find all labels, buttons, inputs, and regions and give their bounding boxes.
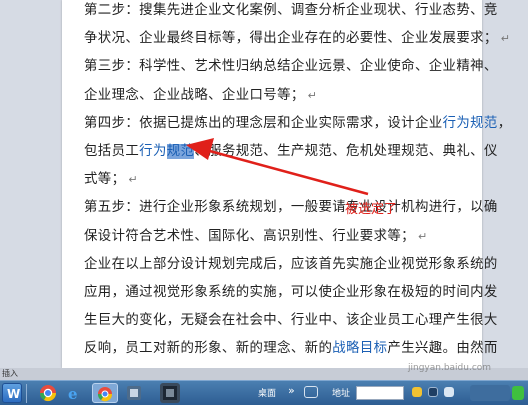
tray-icon[interactable] [412, 387, 422, 397]
ie-icon[interactable]: e [64, 383, 84, 403]
windows-start-icon[interactable]: W [2, 383, 22, 403]
image-viewer-icon[interactable] [160, 383, 180, 403]
desktop-label[interactable]: 桌面 [258, 386, 276, 399]
power-icon[interactable] [512, 386, 524, 400]
chrome-active-icon[interactable] [92, 383, 118, 403]
svg-text:e: e [68, 385, 78, 403]
network-icon[interactable] [428, 387, 438, 397]
taskbar: W e 桌面 » 地址 [0, 380, 528, 405]
address-label: 地址 [332, 389, 351, 399]
taskbar-separator [26, 384, 27, 403]
watermark: jingyan.baidu.com [408, 363, 492, 373]
insert-mode-label: 插入 [2, 369, 18, 378]
annotation-label: 被选定了 [345, 202, 398, 217]
chrome-icon[interactable] [38, 383, 58, 403]
document-area[interactable]: 第二步：搜集先进企业文化案例、调查分析企业现状、行业态势、竞 争状况、企业最终目标… [0, 0, 528, 368]
clock-area[interactable] [470, 385, 510, 401]
svg-text:W: W [7, 387, 20, 401]
keyboard-icon[interactable] [304, 386, 318, 398]
app-icon[interactable] [124, 383, 144, 403]
annotation-arrow [186, 138, 369, 196]
chevron-icon[interactable]: » [288, 384, 295, 397]
volume-icon[interactable] [444, 387, 454, 397]
address-input[interactable] [356, 386, 404, 400]
